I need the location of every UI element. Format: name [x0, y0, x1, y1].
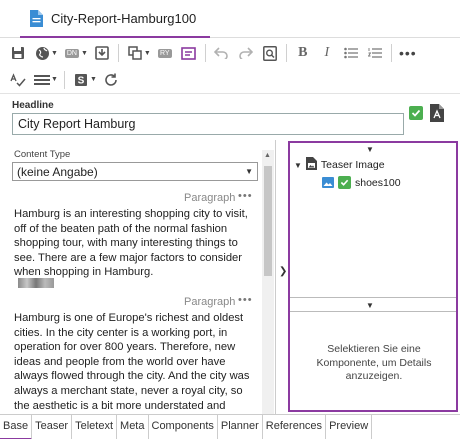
paragraph-menu-icon[interactable]: ••• [238, 190, 253, 202]
dn-button[interactable]: DN [60, 41, 84, 65]
toolbar-divider [117, 44, 119, 62]
globe-icon[interactable] [30, 41, 54, 65]
redo-icon[interactable] [234, 41, 258, 65]
toolbar-divider [204, 44, 206, 62]
document-tab[interactable]: City-Report-Hamburg100 [20, 0, 210, 38]
tab-base[interactable]: Base [0, 415, 33, 439]
scroll-up-icon[interactable]: ▲ [264, 152, 271, 159]
form-tab-bar: Base Teaser Teletext Meta Components Pla… [0, 414, 460, 439]
bold-button[interactable]: B [291, 41, 315, 65]
image-icon [322, 177, 334, 188]
document-lock-icon[interactable] [430, 104, 444, 122]
inline-image[interactable] [18, 278, 54, 288]
secondary-toolbar: ▼ S ▼ [0, 66, 460, 94]
toolbar-divider [285, 44, 287, 62]
more-icon[interactable]: ••• [396, 41, 420, 65]
spellcheck-icon[interactable] [6, 68, 30, 92]
scrollbar-thumb[interactable] [264, 166, 272, 276]
paragraph-label: Paragraph [184, 296, 236, 308]
svg-text:S: S [78, 75, 85, 86]
tab-teletext[interactable]: Teletext [72, 415, 118, 439]
tab-references[interactable]: References [263, 415, 327, 439]
numbered-list-icon[interactable] [363, 41, 387, 65]
tree-item-label: Teaser Image [320, 159, 385, 171]
paragraph-label: Paragraph [184, 192, 236, 204]
tree-item-teaser-image[interactable]: ▼ Teaser Image [294, 157, 385, 173]
paragraph-style-icon[interactable] [30, 68, 54, 92]
tab-teaser[interactable]: Teaser [32, 415, 73, 439]
bullet-list-icon[interactable] [339, 41, 363, 65]
undo-icon[interactable] [210, 41, 234, 65]
chevron-down-icon[interactable]: ▼ [294, 161, 302, 170]
headline-input[interactable] [12, 113, 404, 135]
panel-divider [290, 297, 456, 298]
tree-item-shoes100[interactable]: shoes100 [322, 176, 401, 189]
document-title: City-Report-Hamburg100 [51, 10, 197, 26]
chevron-down-icon: ▼ [245, 167, 253, 176]
chevron-down-icon[interactable]: ▼ [366, 145, 374, 154]
copy-icon[interactable] [123, 41, 147, 65]
document-link-icon[interactable] [177, 41, 201, 65]
content-type-value: (keine Angabe) [17, 164, 98, 179]
tab-preview[interactable]: Preview [326, 415, 373, 439]
strikethrough-icon[interactable]: S [69, 68, 93, 92]
main-toolbar: ▼ DN ▼ ▼ RY B I ••• [0, 39, 460, 67]
tab-components[interactable]: Components [149, 415, 218, 439]
check-icon[interactable] [409, 106, 423, 120]
paragraph-menu-icon[interactable]: ••• [238, 294, 253, 306]
ry-button[interactable]: RY [153, 41, 177, 65]
content-type-select[interactable]: (keine Angabe) ▼ [12, 162, 258, 181]
headline-label: Headline [12, 100, 54, 111]
content-type-label: Content Type [14, 149, 71, 160]
refresh-icon[interactable] [99, 68, 123, 92]
paragraph-text[interactable]: Hamburg is one of Europe's richest and o… [14, 311, 258, 413]
empty-selection-message: Selektieren Sie eine Komponente, um Deta… [316, 343, 432, 382]
document-icon [30, 9, 43, 27]
chevron-right-icon[interactable]: ❯ [279, 266, 287, 277]
panel-divider [290, 311, 456, 312]
find-icon[interactable] [258, 41, 282, 65]
check-icon [338, 176, 351, 189]
components-panel: ▼ ▼ Teaser Image shoes100 ▼ Selektieren … [288, 141, 458, 412]
save-icon[interactable] [6, 41, 30, 65]
chevron-down-icon[interactable]: ▼ [366, 301, 374, 310]
download-icon[interactable] [90, 41, 114, 65]
image-document-icon [305, 157, 317, 173]
document-tab-bar: City-Report-Hamburg100 [0, 0, 460, 38]
italic-button[interactable]: I [315, 41, 339, 65]
paragraph-text[interactable]: Hamburg is an interesting shopping city … [14, 207, 258, 280]
tree-item-label: shoes100 [355, 176, 401, 189]
tab-meta[interactable]: Meta [117, 415, 149, 439]
tab-planner[interactable]: Planner [218, 415, 263, 439]
toolbar-divider [390, 44, 392, 62]
toolbar-divider [63, 70, 65, 89]
